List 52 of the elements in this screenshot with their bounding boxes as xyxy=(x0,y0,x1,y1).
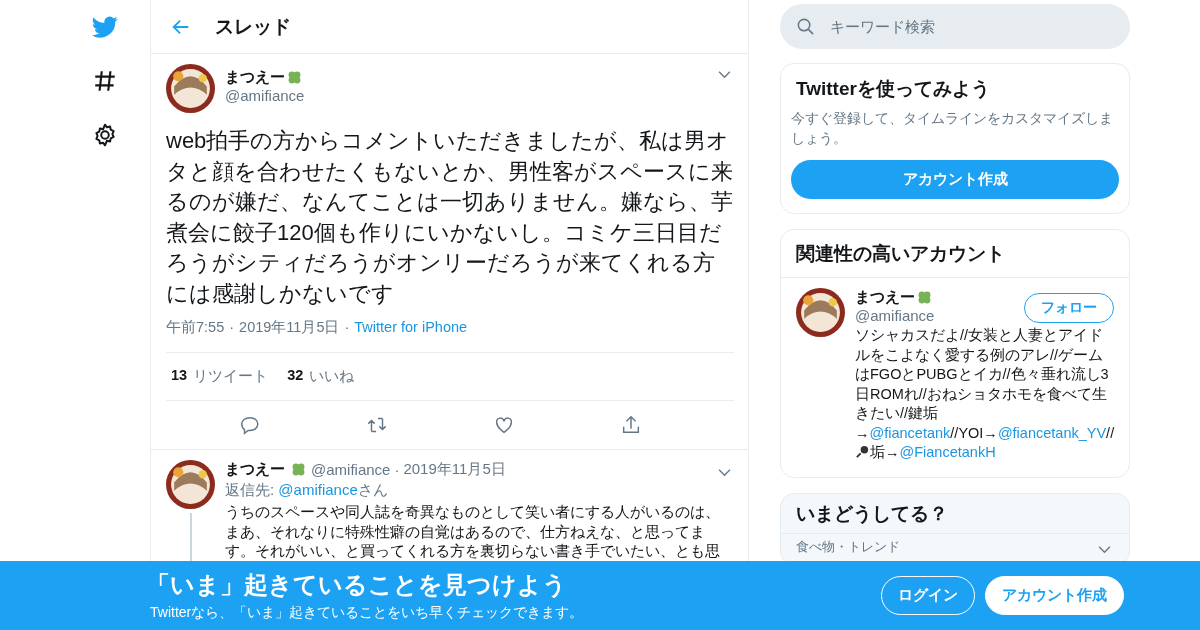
bird-logo-icon[interactable] xyxy=(92,14,118,40)
profile-bio: ソシャカスだよ//女装と人妻とアイドルをこよなく愛する例のアレ//ゲームはFGOとPUBGとイカ//色々垂れ流し3日ROMれ//おねショタホモを食べて生きたい//鍵垢→@fiancetank//YOI→@fiancetank_YV// 垢→@FiancetankH xyxy=(855,326,1115,462)
mention-link[interactable]: @amifiance xyxy=(278,481,358,498)
user-handle[interactable]: @amifiance xyxy=(855,307,1025,324)
settings-icon[interactable] xyxy=(92,122,118,148)
separator-dot: · xyxy=(344,319,350,335)
user-name[interactable]: まつえー xyxy=(225,68,285,87)
clover-icon xyxy=(290,461,307,478)
tweet-text: web拍手の方からコメントいただきましたが、私は男オタと顔を合わせたくもないとか、男性客がスペースに来るのが嫌だ、なんてことは一切ありません。嫌なら、芋煮会に餃子120個も作りにいかないし。コミケ三日目だろうがシティだろうがオンリーだろうが来てくれる方には感謝しかないです xyxy=(166,127,734,308)
card-title: いまどうしてる？ xyxy=(781,493,1129,534)
clover-icon xyxy=(916,289,933,306)
tweet-date: 2019年11月5日 xyxy=(403,460,506,479)
avatar[interactable] xyxy=(796,288,845,337)
chevron-down-icon[interactable] xyxy=(718,70,731,79)
banner-subtitle: Twitterなら、「いま」起きていることをいち早くチェックできます。 xyxy=(150,604,584,622)
follow-button[interactable]: フォロー xyxy=(1024,293,1115,323)
like-label[interactable]: いいね xyxy=(309,367,355,386)
separator-dot: · xyxy=(229,319,235,335)
trend-category[interactable]: 食べ物・トレンド xyxy=(796,537,900,556)
avatar[interactable] xyxy=(166,64,215,113)
mention-link[interactable]: @fiancetank_YV xyxy=(997,424,1107,441)
mention-link[interactable]: @FiancetankH xyxy=(899,444,996,460)
user-handle[interactable]: @amifiance xyxy=(225,87,708,104)
user-handle[interactable]: @amifiance xyxy=(311,461,391,478)
reply-to-text: 返信先: @amifianceさん xyxy=(225,481,389,500)
search-icon xyxy=(796,17,815,36)
retweet-label[interactable]: リツイート xyxy=(193,367,269,386)
chevron-down-icon[interactable] xyxy=(718,468,731,477)
card-title: Twitterを使ってみよう xyxy=(796,77,991,101)
page-title: スレッド xyxy=(215,14,291,39)
reply-icon[interactable] xyxy=(238,414,261,436)
banner-title: 「いま」起きていることを見つけよう xyxy=(146,570,568,600)
signup-button[interactable]: アカウント作成 xyxy=(791,160,1119,199)
clover-icon xyxy=(286,69,303,86)
avatar[interactable] xyxy=(166,460,215,509)
chevron-down-icon[interactable] xyxy=(1098,545,1111,554)
signup-button[interactable]: アカウント作成 xyxy=(985,576,1124,615)
microphone-icon xyxy=(855,444,870,459)
tweet-text: うちのスペースや同人誌を奇異なものとして笑い者にする人がいるのは、まあ、それなりに特殊性癖の自覚はあるので、仕方ねえな、と思ってます。それがいい、と買ってくれる方を裏切らない書き手でいたい、とも思 xyxy=(225,502,721,561)
card-title: 関連性の高いアカウント xyxy=(781,230,1129,278)
retweet-count[interactable]: 13 xyxy=(171,367,188,386)
card-text: 今すぐ登録して、タイムラインをカスタマイズしましょう。 xyxy=(791,110,1114,148)
like-count[interactable]: 32 xyxy=(287,367,304,386)
tweet-time: 午前7:55 xyxy=(166,319,225,335)
hashtag-icon[interactable] xyxy=(92,68,118,94)
tweet-date: 2019年11月5日 xyxy=(239,319,340,335)
mention-link[interactable]: @fiancetank xyxy=(869,424,951,441)
user-name[interactable]: まつえー xyxy=(855,288,915,307)
user-name[interactable]: まつえー xyxy=(225,460,285,479)
source-link[interactable]: Twitter for iPhone xyxy=(354,319,468,335)
search-field[interactable]: キーワード検索 xyxy=(780,4,1130,49)
separator-dot: · xyxy=(394,461,400,478)
